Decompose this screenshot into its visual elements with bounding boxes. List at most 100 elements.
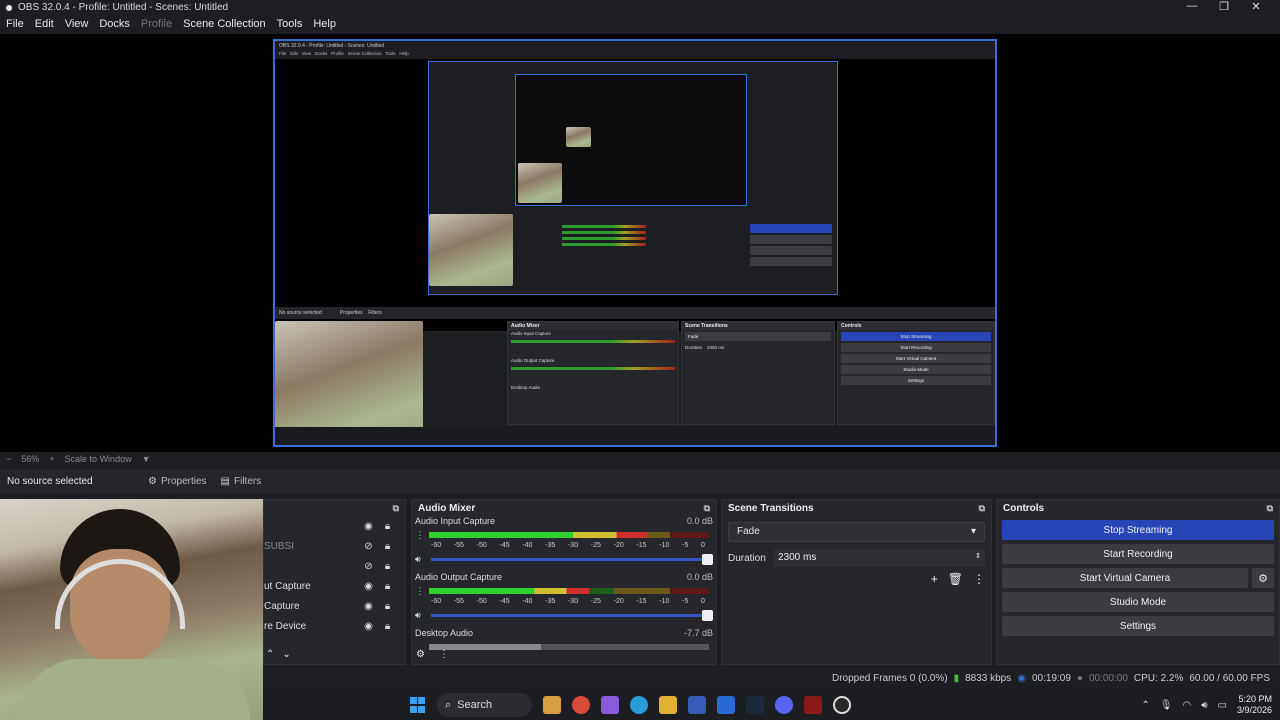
steam-icon[interactable] (746, 696, 764, 714)
meter-tick-label: -20 (613, 598, 624, 605)
menu-profile[interactable]: Profile (141, 18, 172, 30)
app-icon[interactable] (804, 696, 822, 714)
nested-level-3 (515, 74, 747, 206)
mail-icon[interactable] (717, 696, 735, 714)
eye-hidden-icon[interactable]: ⊘ (363, 561, 374, 572)
obs-icon[interactable] (833, 696, 851, 714)
system-tray: ⌃ 🎙︎ ◠ 🔊︎ ▭ 5:20 PM 3/9/2026 (1141, 694, 1272, 716)
menu-docks[interactable]: Docks (99, 18, 130, 30)
chevron-up-icon[interactable]: ⌃ (1141, 700, 1149, 711)
menu-scene-collection[interactable]: Scene Collection (183, 18, 266, 30)
menu-view[interactable]: View (65, 18, 89, 30)
meter-tick-label: -35 (545, 598, 556, 605)
close-icon[interactable]: ✕ (1240, 0, 1272, 13)
lock-icon[interactable]: 🔒︎ (382, 541, 393, 552)
menu-file[interactable]: File (6, 18, 24, 30)
stop-streaming-button[interactable]: Stop Streaming (1002, 520, 1274, 540)
lock-icon[interactable]: 🔒︎ (382, 621, 393, 632)
controls-dock: Controls ⧉ Stop Streaming Start Recording… (996, 499, 1280, 665)
lock-icon[interactable]: 🔒︎ (382, 521, 393, 532)
eye-icon[interactable]: ◉ (363, 621, 374, 632)
lock-icon[interactable]: 🔒︎ (382, 601, 393, 612)
undock-icon[interactable]: ⧉ (704, 503, 710, 514)
taskbar-search[interactable]: ⌕ Search (437, 693, 532, 717)
start-virtual-camera-button[interactable]: Start Virtual Camera (1002, 568, 1248, 588)
battery-icon[interactable]: ▭ (1218, 700, 1227, 711)
eye-hidden-icon[interactable]: ⊘ (363, 541, 374, 552)
maximize-icon[interactable]: ❐ (1208, 0, 1240, 13)
filter-icon: ▤ (220, 475, 230, 487)
eye-icon[interactable]: ◉ (363, 581, 374, 592)
meter-tick-label: -50 (476, 598, 487, 605)
source-item[interactable]: re Device ◉ 🔒︎ (264, 616, 405, 636)
eye-icon[interactable]: ◉ (363, 521, 374, 532)
title-bar: OBS 32.0.4 - Profile: Untitled - Scenes:… (0, 0, 1280, 15)
undock-icon[interactable]: ⧉ (393, 503, 399, 514)
zoom-mode[interactable]: Scale to Window (65, 454, 132, 464)
chevron-down-icon[interactable]: ▼ (142, 454, 151, 464)
chrome-icon[interactable] (572, 696, 590, 714)
meter-tick-label: 0 (701, 598, 705, 605)
record-time: 00:00:00 (1088, 672, 1128, 684)
mixer-settings-icon[interactable]: ⚙ (416, 649, 425, 660)
menu-help[interactable]: Help (313, 18, 336, 30)
folder-icon[interactable] (659, 696, 677, 714)
stream-time: 00:19:09 (1031, 672, 1071, 684)
menu-edit[interactable]: Edit (35, 18, 54, 30)
source-item[interactable]: ⊘ 🔒︎ (264, 556, 405, 576)
duration-input[interactable]: 2300 ms ⇕ (774, 549, 985, 567)
discord-icon[interactable] (775, 696, 793, 714)
sources-dock: ⧉ ◉ 🔒︎ SUBSI ⊘ 🔒︎ ⊘ 🔒︎ ut Capture ◉ 🔒︎ Capture… (263, 499, 406, 665)
meter-tick-label: -55 (453, 598, 464, 605)
settings-button[interactable]: Settings (1002, 616, 1274, 636)
widget-icon[interactable] (543, 696, 561, 714)
wifi-icon[interactable]: ◠ (1182, 700, 1191, 711)
copilot-icon[interactable] (601, 696, 619, 714)
spinner-icon[interactable]: ⇕ (975, 552, 981, 564)
mixer-menu-icon[interactable]: ⋮ (439, 649, 449, 660)
undock-icon[interactable]: ⧉ (979, 503, 985, 514)
menu-tools[interactable]: Tools (277, 18, 303, 30)
lock-icon[interactable]: 🔒︎ (382, 561, 393, 572)
zoom-out-button[interactable]: − (6, 454, 11, 464)
lock-icon[interactable]: 🔒︎ (382, 581, 393, 592)
move-down-icon[interactable]: ⌄ (282, 649, 290, 660)
start-recording-button[interactable]: Start Recording (1002, 544, 1274, 564)
gear-icon[interactable]: ⚙ (1252, 568, 1274, 588)
duration-row: Duration 2300 ms ⇕ (722, 548, 991, 568)
speaker-icon[interactable]: 🔊︎ (415, 554, 425, 565)
nested-preview (275, 59, 995, 331)
kebab-icon[interactable]: ⋮ (973, 572, 985, 586)
filters-button[interactable]: ▤ Filters (221, 476, 262, 487)
windows-start-icon[interactable] (408, 696, 426, 714)
undock-icon[interactable]: ⧉ (1267, 503, 1273, 514)
nested-title: OBS 32.0.4 - Profile: Untitled - Scenes:… (279, 43, 385, 49)
volume-icon[interactable]: 🔊︎ (1201, 700, 1207, 711)
move-up-icon[interactable]: ⌃ (266, 649, 274, 660)
source-item[interactable]: ut Capture ◉ 🔒︎ (264, 576, 405, 596)
studio-mode-button[interactable]: Studio Mode (1002, 592, 1274, 612)
kebab-icon[interactable]: ⋮ (415, 586, 425, 597)
speaker-icon[interactable]: 🔊︎ (415, 610, 425, 621)
transition-select[interactable]: Fade ▾ (728, 522, 985, 542)
edge-icon[interactable] (630, 696, 648, 714)
minimize-icon[interactable]: — (1176, 0, 1208, 13)
add-icon[interactable]: + (931, 572, 938, 586)
trash-icon[interactable]: 🗑︎ (948, 572, 963, 586)
meter-tick-label: -5 (682, 542, 689, 549)
volume-slider[interactable] (431, 609, 713, 621)
source-item[interactable]: ◉ 🔒︎ (264, 516, 405, 536)
properties-button[interactable]: ⚙ Properties (148, 476, 207, 487)
eye-icon[interactable]: ◉ (363, 601, 374, 612)
microphone-icon[interactable]: 🎙︎ (1160, 700, 1173, 711)
store-icon[interactable] (688, 696, 706, 714)
zoom-in-button[interactable]: + (49, 454, 54, 464)
nested-source-bar: No source selected Properties Filters (275, 307, 995, 319)
volume-slider[interactable] (431, 553, 713, 565)
source-item[interactable]: Capture ◉ 🔒︎ (264, 596, 405, 616)
controls-title: Controls (1003, 502, 1045, 514)
source-item[interactable]: SUBSI ⊘ 🔒︎ (264, 536, 405, 556)
meter-tick-label: -30 (567, 542, 579, 549)
kebab-icon[interactable]: ⋮ (415, 530, 425, 541)
clock[interactable]: 5:20 PM 3/9/2026 (1237, 694, 1272, 716)
